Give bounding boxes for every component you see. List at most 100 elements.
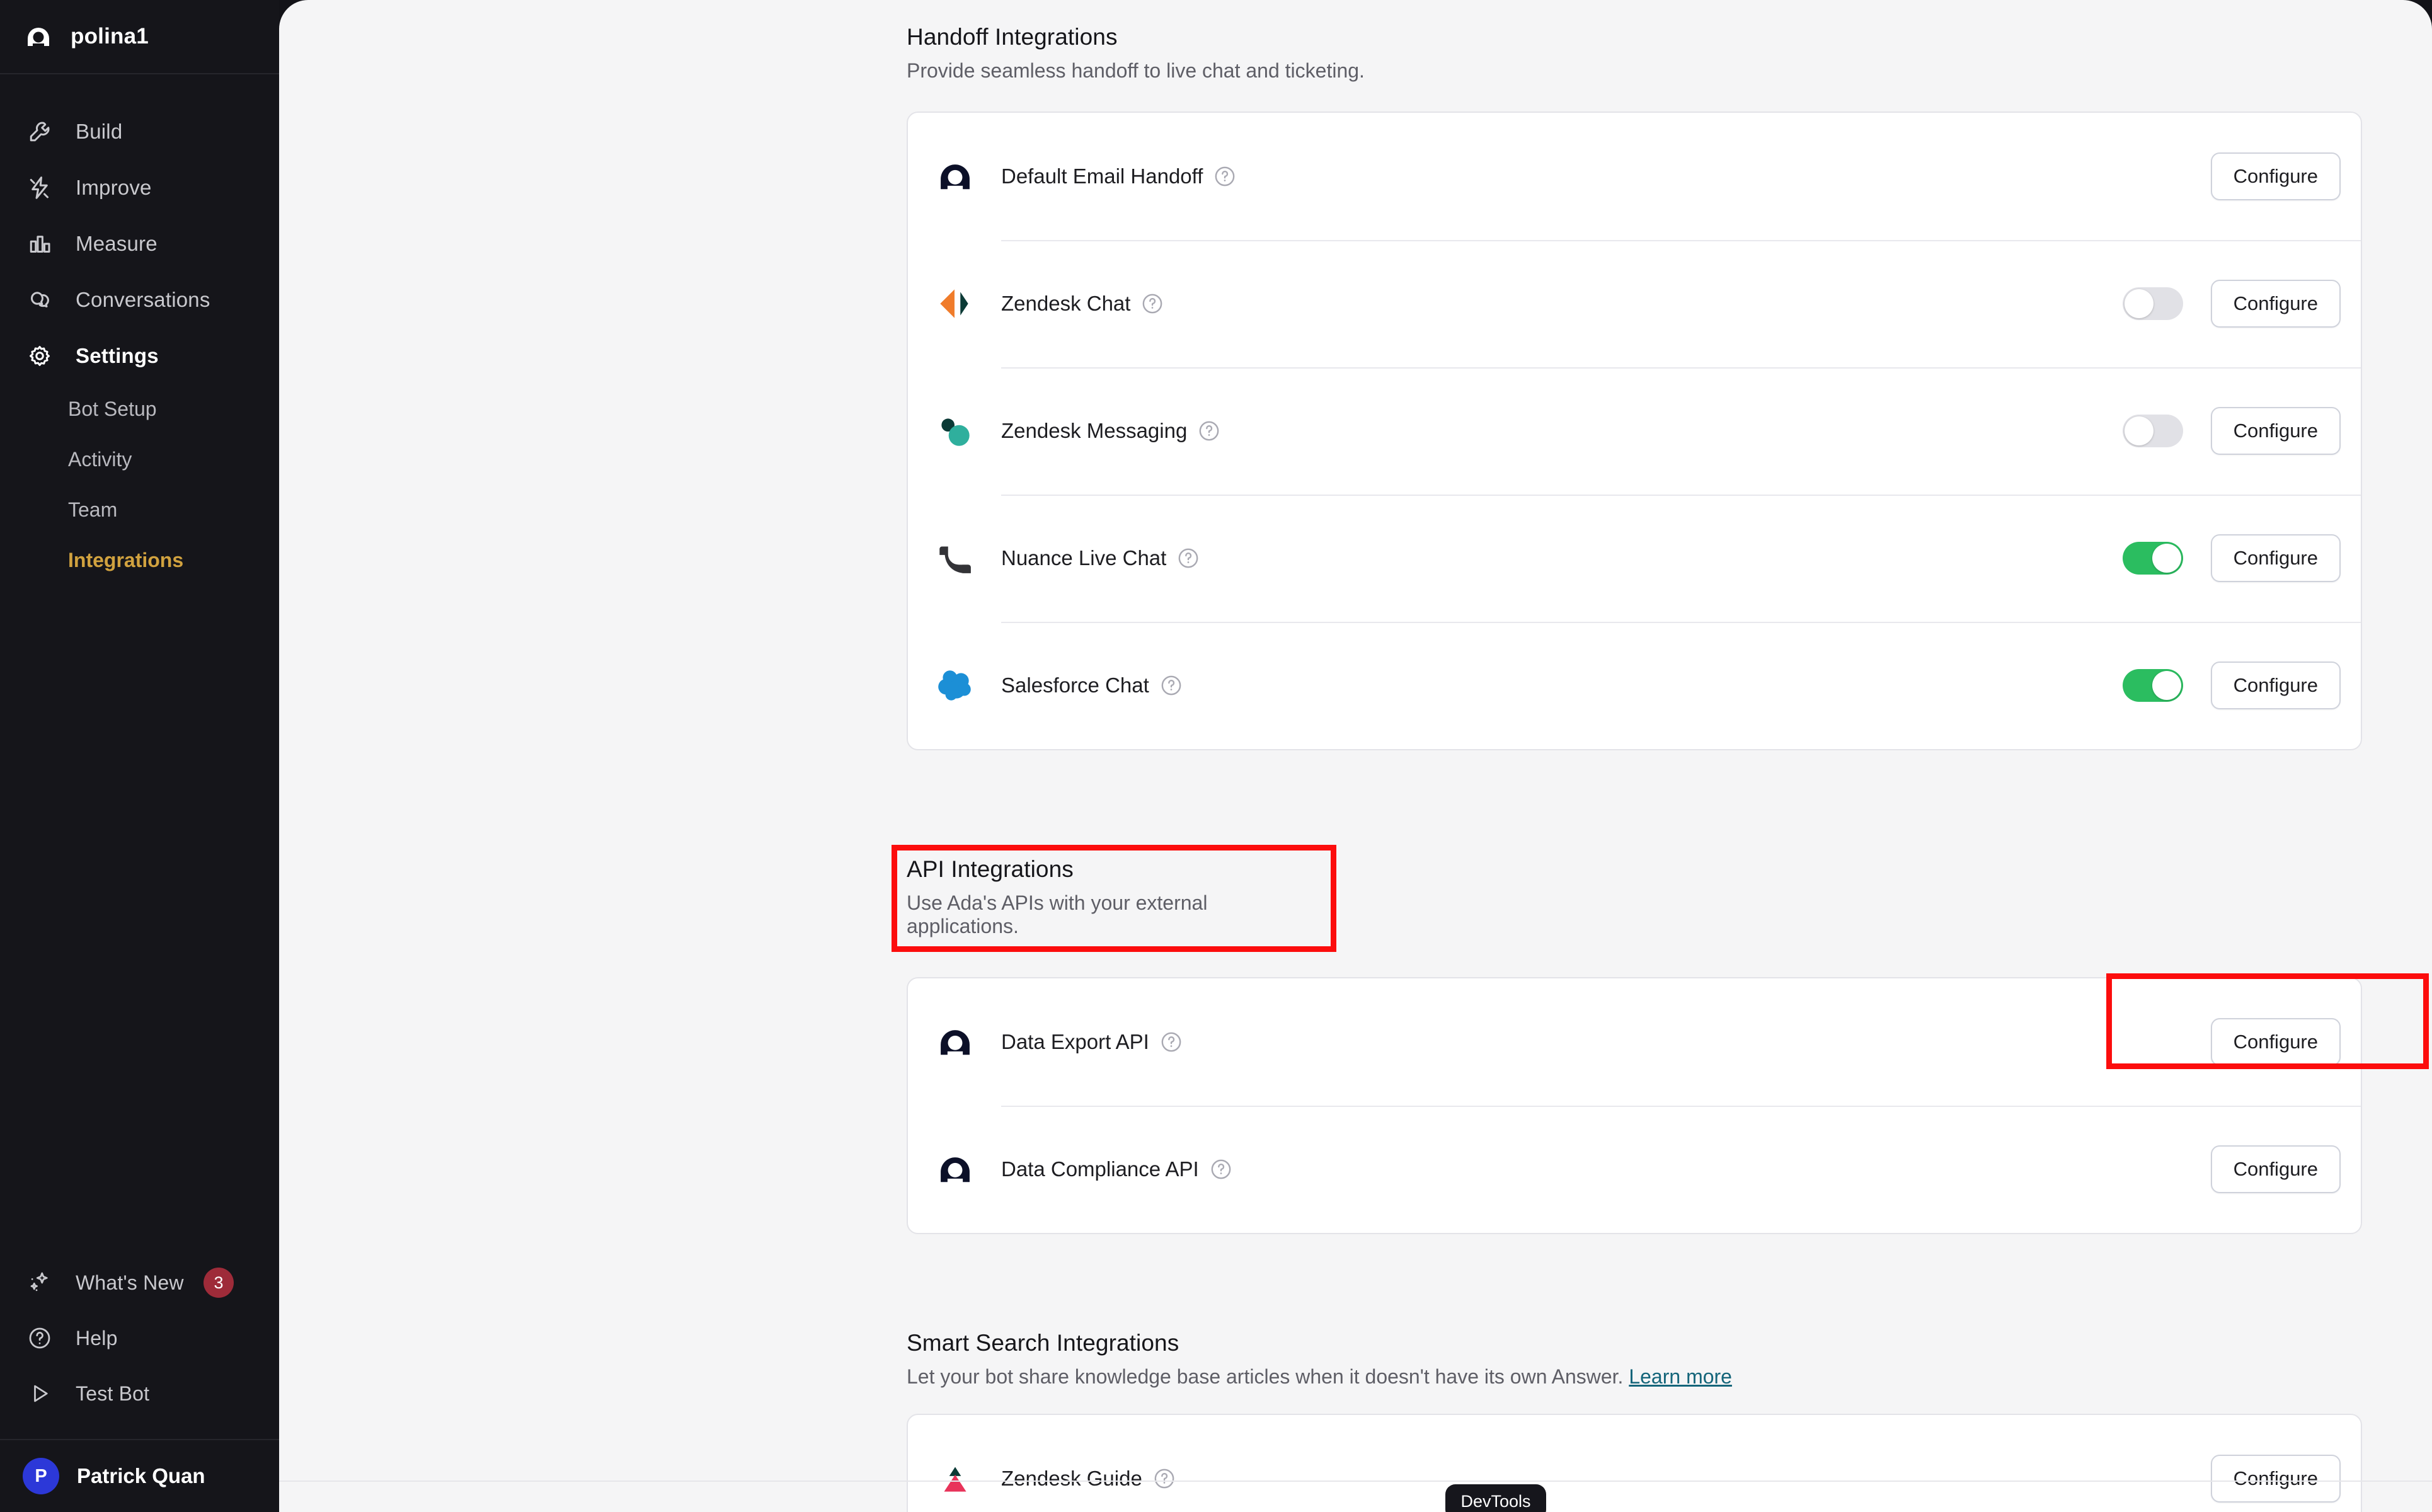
sidebar-item-label: Test Bot — [76, 1382, 150, 1405]
integration-name-text: Zendesk Chat — [1001, 292, 1131, 315]
ada-logo-icon — [931, 1017, 980, 1067]
smart-search-integrations-card: Zendesk Guide Configure — [907, 1414, 2362, 1512]
sidebar-item-label: Measure — [76, 231, 158, 255]
integration-row-nuance-live-chat: Nuance Live Chat Configure — [908, 495, 2361, 622]
sidebar-item-activity[interactable]: Activity — [0, 434, 279, 484]
smart-search-section-header: Smart Search Integrations Let your bot s… — [907, 1330, 2362, 1389]
configure-button[interactable]: Configure — [2210, 534, 2341, 582]
integration-name-text: Default Email Handoff — [1001, 164, 1203, 188]
integration-name: Data Export API — [1001, 1030, 1182, 1054]
salesforce-cloud-logo-icon — [931, 661, 980, 710]
sidebar-item-bot-setup[interactable]: Bot Setup — [0, 384, 279, 434]
configure-button[interactable]: Configure — [2210, 1455, 2341, 1503]
handoff-section-header: Handoff Integrations Provide seamless ha… — [907, 24, 2362, 83]
devtools-divider — [279, 1480, 2432, 1482]
devtools-pill[interactable]: DevTools — [1445, 1484, 1546, 1512]
integration-name: Nuance Live Chat — [1001, 546, 1199, 570]
question-circle-icon — [24, 1322, 55, 1354]
configure-button[interactable]: Configure — [2210, 407, 2341, 455]
enable-toggle[interactable] — [2122, 669, 2183, 702]
section-title: API Integrations — [907, 856, 1074, 882]
integration-name-text: Zendesk Messaging — [1001, 419, 1188, 442]
configure-button[interactable]: Configure — [2210, 280, 2341, 328]
sidebar-item-team[interactable]: Team — [0, 484, 279, 535]
chat-bubbles-icon — [24, 284, 55, 316]
bot-header[interactable]: polina1 — [0, 0, 279, 74]
sidebar-item-label: Conversations — [76, 287, 210, 311]
handoff-integrations-card: Default Email Handoff Configure Zendesk … — [907, 112, 2362, 750]
bot-name: polina1 — [71, 24, 149, 49]
sparkle-icon — [24, 1267, 55, 1298]
sidebar-item-improve[interactable]: Improve — [0, 159, 279, 215]
help-circle-icon[interactable] — [1178, 547, 1199, 569]
wrench-icon — [24, 116, 55, 147]
integration-name: Data Compliance API — [1001, 1157, 1232, 1181]
help-circle-icon[interactable] — [1161, 1031, 1182, 1053]
toggle-knob — [2152, 544, 2181, 573]
enable-toggle[interactable] — [2122, 415, 2183, 447]
sidebar-item-help[interactable]: Help — [0, 1310, 279, 1366]
sidebar-item-measure[interactable]: Measure — [0, 215, 279, 272]
sidebar-subitem-label: Activity — [68, 447, 132, 471]
integration-row-zendesk-messaging: Zendesk Messaging Configure — [908, 367, 2361, 495]
section-title: Handoff Integrations — [907, 24, 1118, 50]
sidebar-subitem-label: Team — [68, 498, 118, 521]
sidebar-item-label: Build — [76, 119, 123, 143]
gear-icon — [24, 340, 55, 372]
integration-row-zendesk-guide: Zendesk Guide Configure — [908, 1415, 2361, 1512]
integration-name: Salesforce Chat — [1001, 673, 1182, 697]
sidebar-item-conversations[interactable]: Conversations — [0, 272, 279, 328]
ada-logo-icon — [24, 22, 53, 51]
zendesk-guide-logo-icon — [931, 1454, 980, 1503]
help-circle-icon[interactable] — [1210, 1159, 1232, 1180]
sidebar-item-build[interactable]: Build — [0, 103, 279, 159]
help-circle-icon[interactable] — [1214, 166, 1236, 187]
section-subtitle: Provide seamless handoff to live chat an… — [907, 59, 1365, 82]
sidebar-item-label: Settings — [76, 343, 159, 367]
sidebar-item-integrations[interactable]: Integrations — [0, 535, 279, 585]
section-subtitle: Use Ada's APIs with your external applic… — [907, 891, 1208, 937]
zendesk-messaging-logo-icon — [931, 406, 980, 455]
integration-name: Zendesk Messaging — [1001, 419, 1220, 443]
integration-row-zendesk-chat: Zendesk Chat Configure — [908, 240, 2361, 367]
learn-more-link[interactable]: Learn more — [1629, 1365, 1732, 1388]
toggle-knob — [2124, 416, 2154, 445]
help-circle-icon[interactable] — [1198, 420, 1220, 442]
configure-button[interactable]: Configure — [2210, 1145, 2341, 1193]
configure-button[interactable]: Configure — [2210, 152, 2341, 200]
avatar: P — [23, 1458, 59, 1494]
integration-row-data-export-api: Data Export API Configure — [908, 973, 2429, 1106]
api-integrations-section-header: API Integrations Use Ada's APIs with you… — [892, 845, 1336, 952]
data-export-api-configure-button[interactable]: Configure — [2210, 1018, 2341, 1066]
integration-name: Default Email Handoff — [1001, 164, 1236, 188]
sidebar-subitem-label: Bot Setup — [68, 397, 157, 420]
lightning-icon — [24, 172, 55, 203]
sidebar-item-label: Help — [76, 1326, 118, 1349]
help-circle-icon[interactable] — [1161, 675, 1182, 696]
integration-name-text: Salesforce Chat — [1001, 673, 1149, 697]
help-circle-icon[interactable] — [1154, 1468, 1175, 1489]
secondary-nav: What's New 3 Help Test Bot — [0, 1255, 279, 1439]
integration-row-data-compliance-api: Data Compliance API Configure — [908, 1106, 2361, 1233]
user-name: Patrick Quan — [77, 1464, 205, 1487]
bar-chart-icon — [24, 228, 55, 260]
ada-logo-icon — [931, 1145, 980, 1194]
sidebar-item-settings[interactable]: Settings — [0, 328, 279, 384]
handoff-integrations-section: Handoff Integrations Provide seamless ha… — [907, 0, 2362, 750]
api-integrations-card: Data Export API Configure Data Complianc… — [907, 973, 2429, 1234]
enable-toggle[interactable] — [2122, 287, 2183, 320]
sidebar-item-whats-new[interactable]: What's New 3 — [0, 1255, 279, 1310]
enable-toggle[interactable] — [2122, 542, 2183, 575]
help-circle-icon[interactable] — [1142, 293, 1163, 314]
sidebar-subitem-label: Integrations — [68, 548, 184, 571]
ada-logo-icon — [931, 152, 980, 201]
user-account-row[interactable]: P Patrick Quan — [0, 1439, 279, 1512]
integration-name-text: Data Compliance API — [1001, 1157, 1199, 1181]
sidebar-item-test-bot[interactable]: Test Bot — [0, 1366, 279, 1421]
configure-button[interactable]: Configure — [2210, 662, 2341, 709]
integration-name-text: Zendesk Guide — [1001, 1467, 1142, 1490]
smart-search-integrations-section: Smart Search Integrations Let your bot s… — [907, 1234, 2362, 1512]
section-subtitle-text: Let your bot share knowledge base articl… — [907, 1365, 1624, 1388]
toggle-knob — [2124, 289, 2154, 318]
